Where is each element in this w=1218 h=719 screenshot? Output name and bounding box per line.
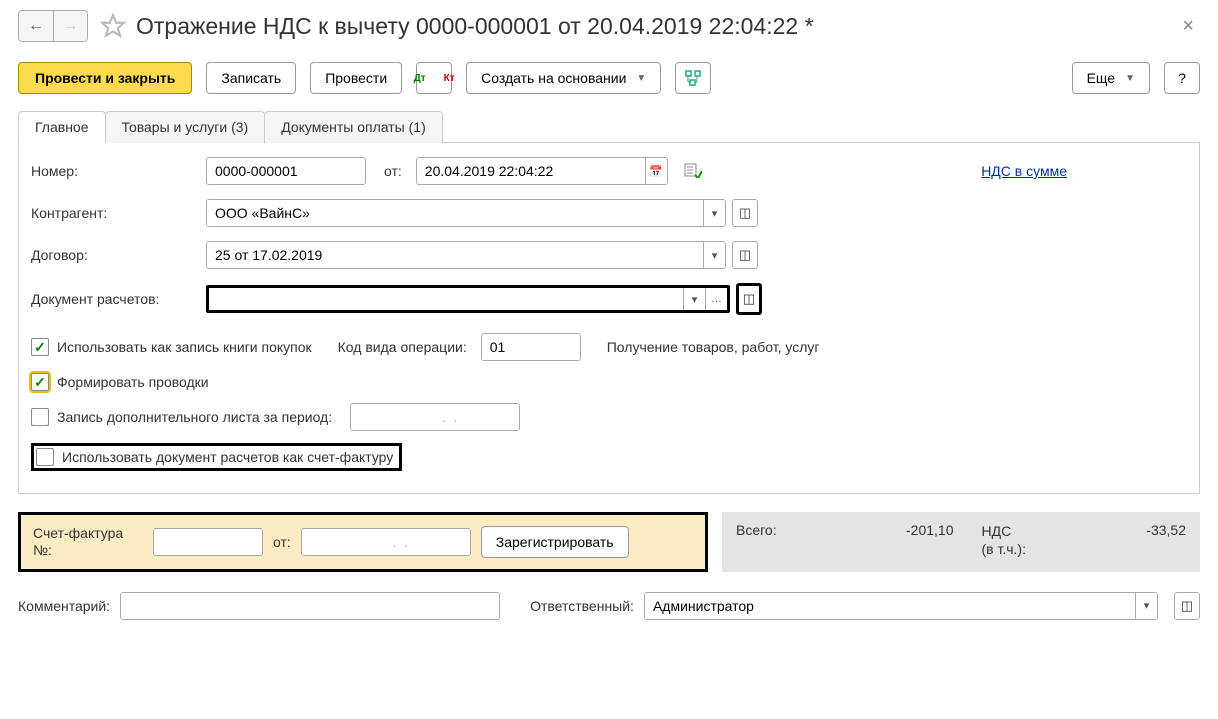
- open-counterparty-button[interactable]: ◫: [732, 199, 758, 227]
- tab-main[interactable]: Главное: [18, 111, 106, 143]
- post-and-close-button[interactable]: Провести и закрыть: [18, 62, 192, 94]
- op-code-field[interactable]: …: [481, 333, 581, 361]
- open-contract-button[interactable]: ◫: [732, 241, 758, 269]
- calendar-icon[interactable]: 📅: [645, 158, 667, 184]
- vat-label: НДС (в т.ч.):: [982, 522, 1027, 558]
- invoice-panel: Счет-фактура №: от: 📅 Зарегистрировать: [18, 512, 708, 572]
- tab-payments[interactable]: Документы оплаты (1): [264, 111, 443, 143]
- save-button[interactable]: Записать: [206, 62, 296, 94]
- op-code-description: Получение товаров, работ, услуг: [607, 339, 820, 355]
- use-doc-as-invoice-group: Использовать документ расчетов как счет-…: [31, 443, 402, 471]
- invoice-date-input[interactable]: [302, 529, 471, 555]
- number-label: Номер:: [31, 163, 206, 179]
- additional-sheet-date-input[interactable]: [351, 404, 520, 430]
- additional-sheet-checkbox[interactable]: [31, 408, 49, 426]
- forward-button[interactable]: →: [53, 11, 87, 41]
- additional-sheet-date-field[interactable]: 📅: [350, 403, 520, 431]
- contract-input[interactable]: [207, 242, 703, 268]
- counterparty-field[interactable]: ▾: [206, 199, 726, 227]
- more-button[interactable]: Еще ▼: [1072, 62, 1150, 94]
- purchase-book-checkbox[interactable]: [31, 338, 49, 356]
- create-based-on-button[interactable]: Создать на основании ▼: [466, 62, 661, 94]
- open-responsible-button[interactable]: ◫: [1174, 592, 1200, 620]
- op-code-input[interactable]: [482, 334, 581, 360]
- purchase-book-label: Использовать как запись книги покупок: [57, 339, 312, 355]
- post-button[interactable]: Провести: [310, 62, 402, 94]
- dropdown-icon[interactable]: ▾: [683, 288, 705, 310]
- invoice-number-input[interactable]: [153, 528, 263, 556]
- doc-calc-label: Документ расчетов:: [31, 291, 206, 307]
- structure-button[interactable]: [675, 62, 711, 94]
- vat-value: -33,52: [1106, 522, 1186, 538]
- ellipsis-icon[interactable]: …: [705, 288, 727, 310]
- responsible-field[interactable]: ▾: [644, 592, 1158, 620]
- total-label: Всего:: [736, 522, 794, 538]
- dt-kt-button[interactable]: Дт Кт: [416, 62, 452, 94]
- use-doc-as-invoice-label: Использовать документ расчетов как счет-…: [62, 449, 393, 465]
- structure-icon: [685, 70, 701, 86]
- nav-buttons: ← →: [18, 10, 88, 42]
- kt-icon: Кт: [444, 74, 455, 83]
- register-invoice-button[interactable]: Зарегистрировать: [481, 526, 629, 558]
- counterparty-label: Контрагент:: [31, 205, 206, 221]
- responsible-label: Ответственный:: [530, 598, 634, 614]
- create-based-label: Создать на основании: [481, 70, 626, 86]
- favorite-star-icon[interactable]: [100, 13, 126, 39]
- invoice-label: Счет-фактура №:: [33, 525, 143, 559]
- date-input[interactable]: [417, 158, 645, 184]
- dropdown-icon[interactable]: ▾: [1135, 593, 1157, 619]
- chevron-down-icon: ▼: [1125, 73, 1135, 84]
- dt-icon: Дт: [414, 74, 426, 83]
- op-code-label: Код вида операции:: [338, 339, 467, 355]
- help-button[interactable]: ?: [1164, 62, 1200, 94]
- contract-field[interactable]: ▾: [206, 241, 726, 269]
- back-button[interactable]: ←: [19, 11, 53, 41]
- vat-in-sum-link[interactable]: НДС в сумме: [981, 163, 1067, 179]
- chevron-down-icon: ▼: [636, 73, 646, 84]
- doc-status-icon[interactable]: [684, 162, 702, 181]
- number-input[interactable]: [206, 157, 366, 185]
- contract-label: Договор:: [31, 247, 206, 263]
- open-doc-calc-button[interactable]: ◫: [736, 283, 762, 315]
- total-value: -201,10: [874, 522, 954, 538]
- from-label: от:: [384, 163, 402, 179]
- use-doc-as-invoice-checkbox[interactable]: [36, 448, 54, 466]
- invoice-from-label: от:: [273, 534, 291, 550]
- post-entries-label: Формировать проводки: [57, 374, 209, 390]
- doc-calc-field[interactable]: ▾ …: [206, 285, 730, 313]
- page-title: Отражение НДС к вычету 0000-000001 от 20…: [136, 13, 1176, 40]
- dropdown-icon[interactable]: ▾: [703, 200, 725, 226]
- invoice-date-field[interactable]: 📅: [301, 528, 471, 556]
- totals-panel: Всего: -201,10 НДС (в т.ч.): -33,52: [722, 512, 1200, 572]
- date-field[interactable]: 📅: [416, 157, 668, 185]
- close-icon[interactable]: ×: [1176, 15, 1200, 38]
- counterparty-input[interactable]: [207, 200, 703, 226]
- post-entries-checkbox[interactable]: [31, 373, 49, 391]
- more-label: Еще: [1087, 70, 1116, 86]
- comment-label: Комментарий:: [18, 598, 110, 614]
- dropdown-icon[interactable]: ▾: [703, 242, 725, 268]
- additional-sheet-label: Запись дополнительного листа за период:: [57, 409, 332, 425]
- tab-goods[interactable]: Товары и услуги (3): [105, 111, 266, 143]
- comment-input[interactable]: [120, 592, 500, 620]
- doc-calc-input[interactable]: [209, 288, 683, 310]
- responsible-input[interactable]: [645, 593, 1135, 619]
